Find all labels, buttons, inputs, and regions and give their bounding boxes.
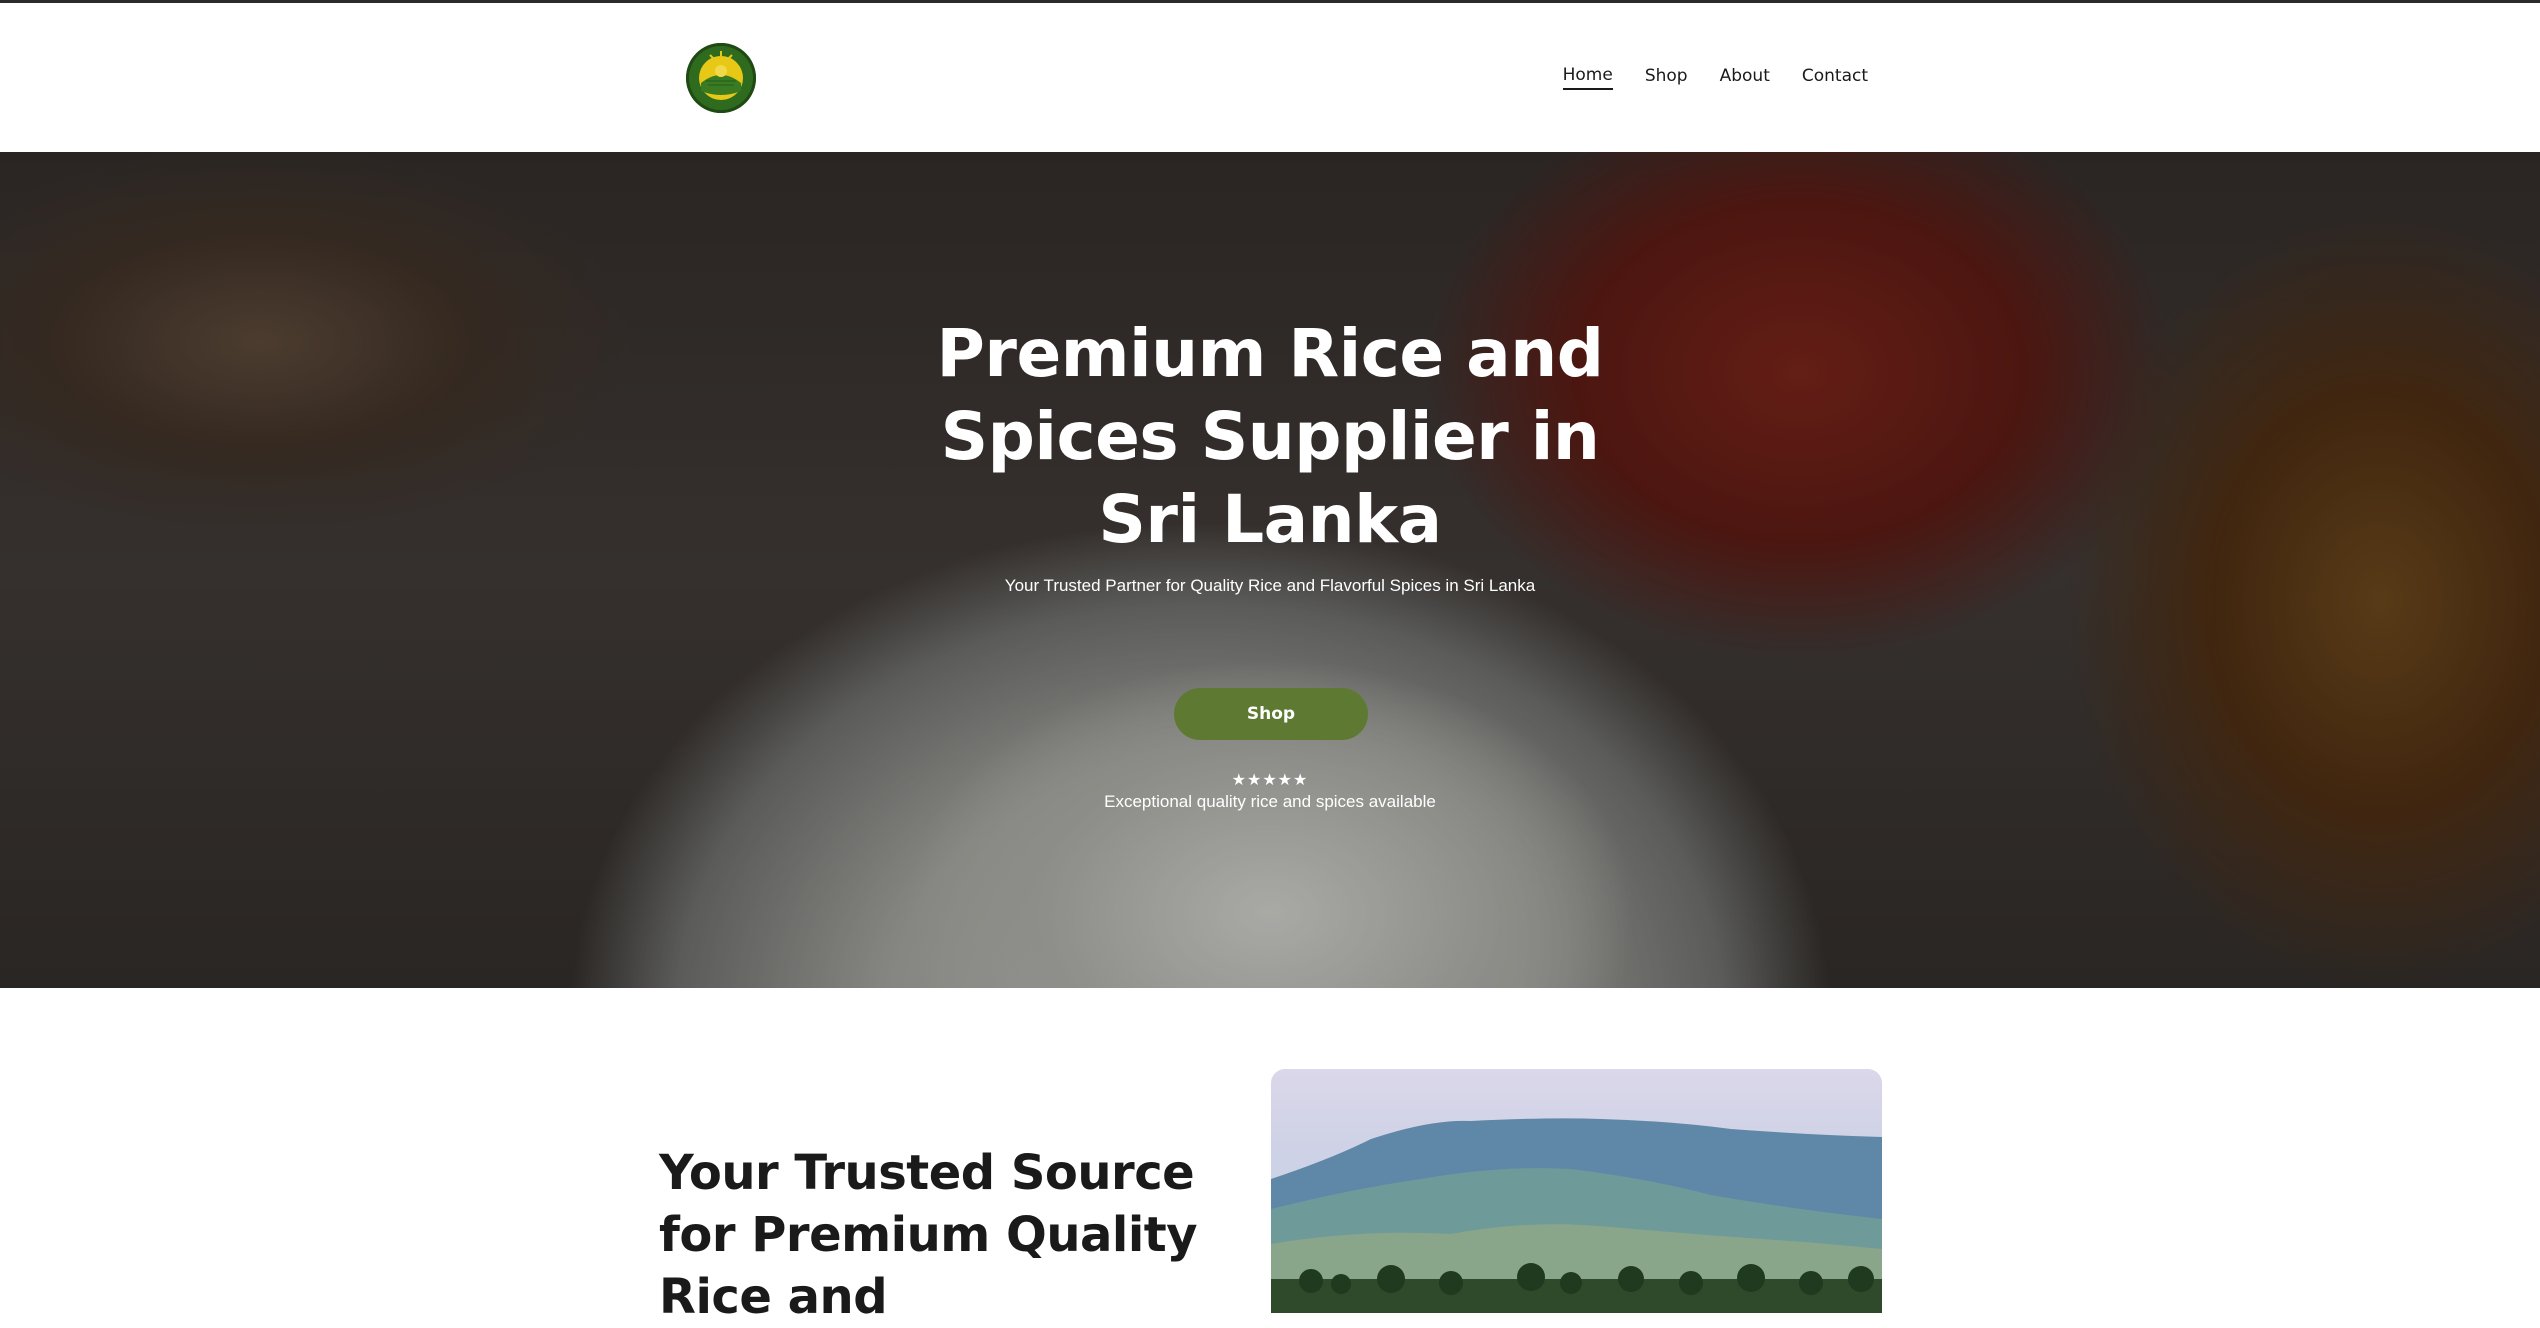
rating-text: Exceptional quality rice and spices avai…	[1104, 792, 1436, 811]
brand-logo[interactable]	[686, 43, 756, 113]
main-nav: Home Shop About Contact	[1562, 65, 1868, 90]
nav-about-link[interactable]: About	[1720, 66, 1770, 89]
nav-shop-link[interactable]: Shop	[1645, 66, 1688, 89]
hero-shop-button[interactable]: Shop	[1174, 688, 1368, 740]
nav-home-link[interactable]: Home	[1562, 65, 1613, 90]
hero-section: Premium Rice and Spices Supplier in Sri …	[0, 152, 2540, 988]
hero-content: Premium Rice and Spices Supplier in Sri …	[0, 152, 2540, 988]
rating-stars-icon: ★★★★★	[1231, 772, 1309, 789]
rice-emblem-icon	[690, 47, 752, 109]
site-header: Home Shop About Contact	[0, 3, 2540, 152]
hero-subtitle: Your Trusted Partner for Quality Rice an…	[1004, 576, 1536, 595]
about-heading: Your Trusted Source for Premium Quality …	[659, 1145, 1198, 1325]
mountain-landscape-icon	[1271, 1118, 1882, 1313]
landscape-image	[1271, 1069, 1882, 1313]
nav-contact-link[interactable]: Contact	[1802, 66, 1868, 89]
hero-title: Premium Rice and Spices Supplier in Sri …	[936, 315, 1604, 558]
